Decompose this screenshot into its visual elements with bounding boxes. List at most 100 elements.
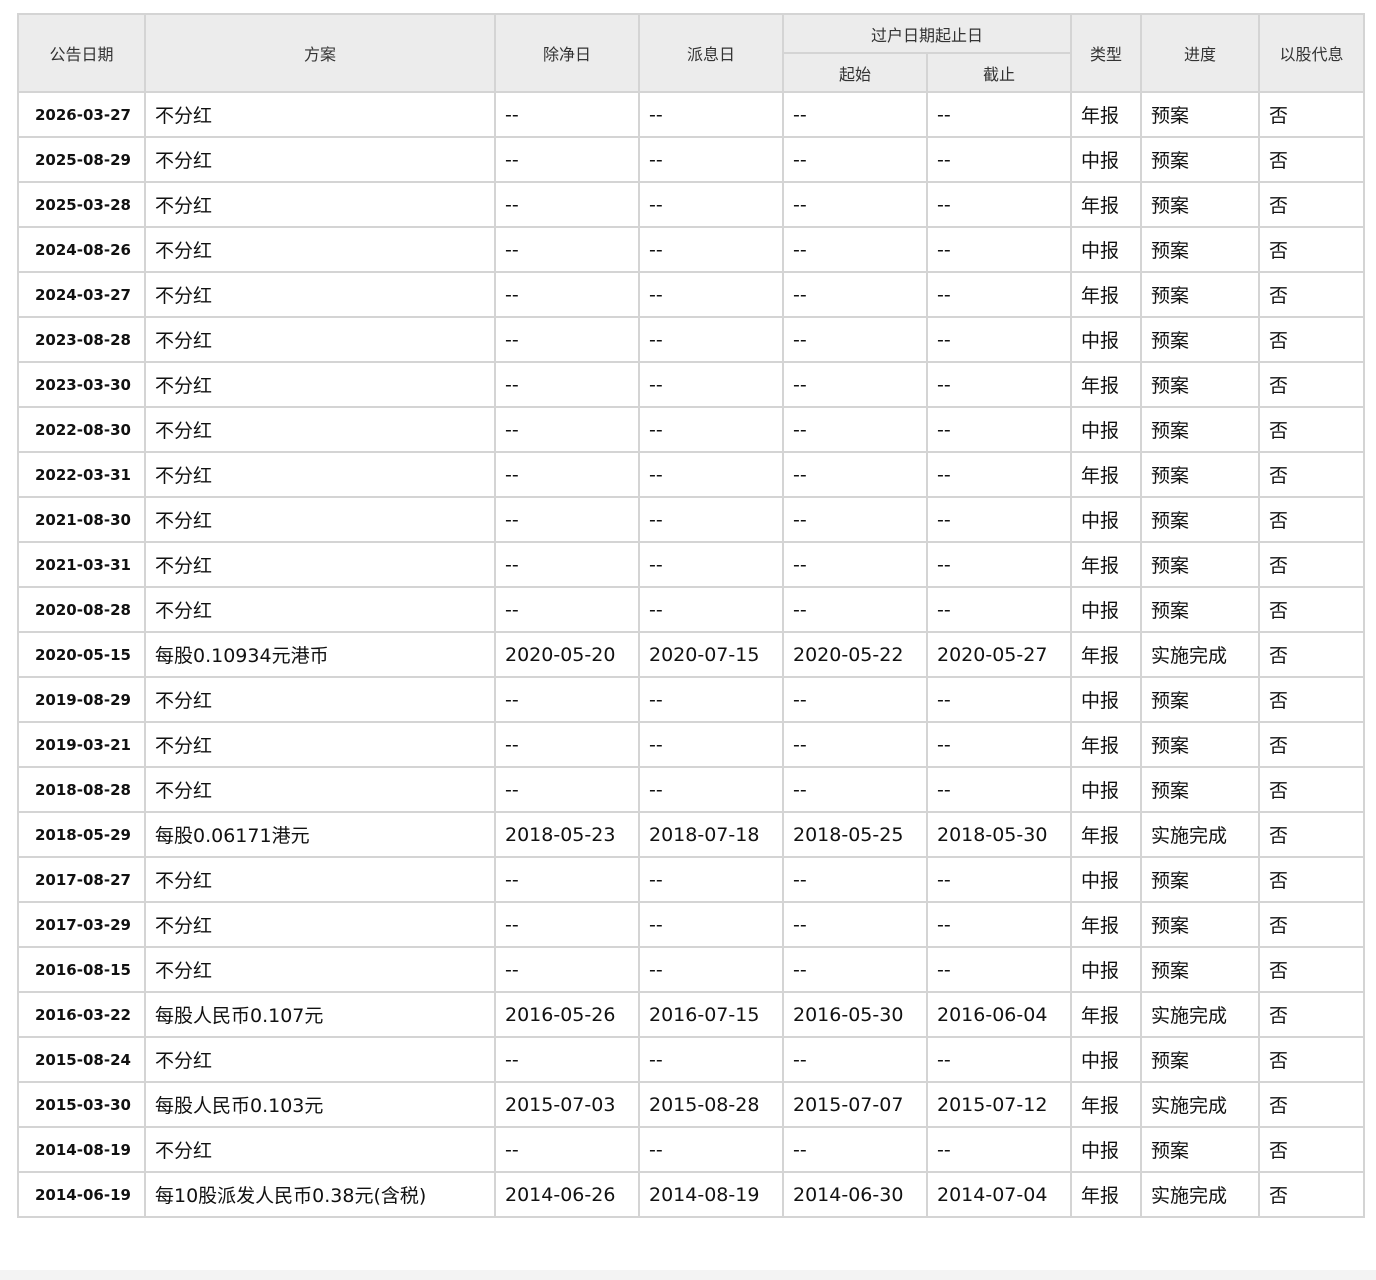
cell-transfer-end: -- [925,316,1073,363]
cell-transfer-start: -- [782,1036,928,1083]
cell-progress: 预案 [1140,226,1261,273]
cell-scrip: 否 [1258,1126,1366,1173]
cell-type: 年报 [1070,901,1143,948]
cell-announce-date: 2022-03-31 [17,451,146,498]
dividend-table-container: 公告日期 方案 除净日 派息日 过户日期起止日 类型 进度 以股代息 起始 截止… [17,13,1366,1218]
cell-announce-date: 2024-08-26 [17,226,146,273]
cell-transfer-end: -- [925,496,1073,543]
cell-plan: 不分红 [144,1126,496,1173]
cell-transfer-end: -- [925,946,1073,993]
cell-ex-date: 2020-05-20 [494,631,640,678]
cell-plan: 不分红 [144,721,496,768]
cell-plan: 不分红 [144,226,496,273]
cell-plan: 不分红 [144,271,496,318]
cell-pay-date: -- [638,541,784,588]
cell-plan: 不分红 [144,586,496,633]
cell-type: 中报 [1070,316,1143,363]
table-row: 2018-05-29 每股0.06171港元 2018-05-23 2018-0… [17,811,1366,858]
header-pay-date: 派息日 [638,13,784,93]
cell-ex-date: 2018-05-23 [494,811,640,858]
cell-announce-date: 2014-06-19 [17,1171,146,1218]
cell-type: 年报 [1070,451,1143,498]
cell-scrip: 否 [1258,766,1366,813]
cell-progress: 预案 [1140,496,1261,543]
cell-plan: 每股0.06171港元 [144,811,496,858]
cell-ex-date: 2014-06-26 [494,1171,640,1218]
cell-progress: 预案 [1140,91,1261,138]
cell-progress: 预案 [1140,181,1261,228]
cell-plan: 不分红 [144,766,496,813]
cell-scrip: 否 [1258,991,1366,1038]
cell-transfer-start: -- [782,946,928,993]
cell-announce-date: 2016-03-22 [17,991,146,1038]
cell-progress: 预案 [1140,541,1261,588]
cell-ex-date: -- [494,856,640,903]
cell-announce-date: 2014-08-19 [17,1126,146,1173]
cell-announce-date: 2020-05-15 [17,631,146,678]
cell-plan: 不分红 [144,541,496,588]
table-row: 2020-05-15 每股0.10934元港币 2020-05-20 2020-… [17,631,1366,678]
table-row: 2021-08-30 不分红 -- -- -- -- 中报 预案 否 [17,496,1366,543]
cell-pay-date: -- [638,766,784,813]
table-header: 公告日期 方案 除净日 派息日 过户日期起止日 类型 进度 以股代息 起始 截止 [17,13,1366,93]
cell-type: 年报 [1070,271,1143,318]
cell-announce-date: 2015-08-24 [17,1036,146,1083]
cell-transfer-start: -- [782,721,928,768]
cell-plan: 不分红 [144,946,496,993]
cell-announce-date: 2022-08-30 [17,406,146,453]
cell-type: 年报 [1070,181,1143,228]
cell-announce-date: 2015-03-30 [17,1081,146,1128]
cell-announce-date: 2017-08-27 [17,856,146,903]
table-row: 2015-03-30 每股人民币0.103元 2015-07-03 2015-0… [17,1081,1366,1128]
cell-pay-date: -- [638,721,784,768]
cell-ex-date: -- [494,766,640,813]
cell-ex-date: -- [494,676,640,723]
cell-transfer-end: -- [925,271,1073,318]
cell-scrip: 否 [1258,496,1366,543]
header-scrip-dividend: 以股代息 [1258,13,1366,93]
cell-transfer-end: -- [925,91,1073,138]
cell-scrip: 否 [1258,721,1366,768]
table-row: 2021-03-31 不分红 -- -- -- -- 年报 预案 否 [17,541,1366,588]
cell-ex-date: -- [494,496,640,543]
cell-pay-date: -- [638,946,784,993]
cell-ex-date: 2016-05-26 [494,991,640,1038]
cell-ex-date: -- [494,1126,640,1173]
page-bottom-band [0,1270,1376,1280]
cell-ex-date: -- [494,586,640,633]
cell-progress: 预案 [1140,676,1261,723]
cell-pay-date: -- [638,361,784,408]
table-row: 2024-03-27 不分红 -- -- -- -- 年报 预案 否 [17,271,1366,318]
cell-scrip: 否 [1258,631,1366,678]
cell-pay-date: -- [638,586,784,633]
cell-transfer-end: 2014-07-04 [925,1171,1073,1218]
cell-announce-date: 2023-03-30 [17,361,146,408]
table-row: 2026-03-27 不分红 -- -- -- -- 年报 预案 否 [17,91,1366,138]
cell-transfer-start: -- [782,901,928,948]
cell-plan: 不分红 [144,676,496,723]
cell-progress: 实施完成 [1140,811,1261,858]
cell-scrip: 否 [1258,406,1366,453]
cell-announce-date: 2016-08-15 [17,946,146,993]
cell-type: 年报 [1070,91,1143,138]
cell-plan: 不分红 [144,451,496,498]
cell-scrip: 否 [1258,811,1366,858]
cell-transfer-start: -- [782,1126,928,1173]
header-transfer-period: 过户日期起止日 [781,13,1073,54]
cell-transfer-start: -- [782,181,928,228]
cell-announce-date: 2018-08-28 [17,766,146,813]
cell-transfer-end: -- [925,181,1073,228]
header-progress: 进度 [1140,13,1261,93]
cell-transfer-start: 2020-05-22 [782,631,928,678]
header-ex-date: 除净日 [494,13,640,93]
cell-ex-date: -- [494,451,640,498]
cell-pay-date: -- [638,676,784,723]
cell-transfer-start: -- [782,856,928,903]
table-row: 2016-08-15 不分红 -- -- -- -- 中报 预案 否 [17,946,1366,993]
cell-type: 年报 [1070,631,1143,678]
cell-type: 年报 [1070,991,1143,1038]
table-row: 2019-08-29 不分红 -- -- -- -- 中报 预案 否 [17,676,1366,723]
cell-progress: 实施完成 [1140,1081,1261,1128]
cell-type: 中报 [1070,676,1143,723]
cell-transfer-end: -- [925,406,1073,453]
